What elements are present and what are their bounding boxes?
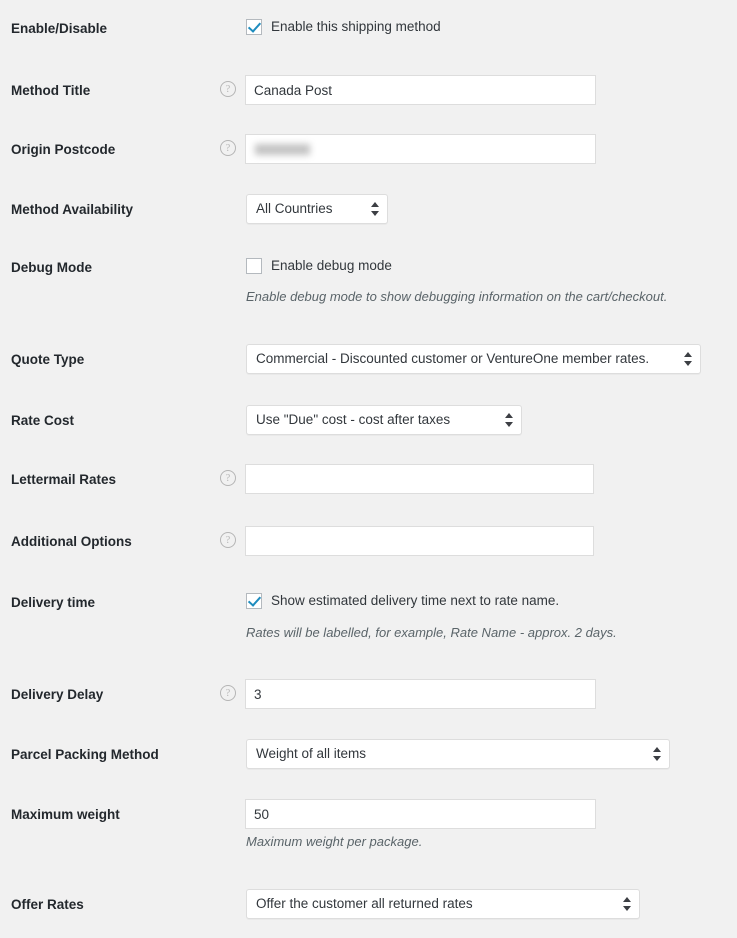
label-maximum-weight: Maximum weight (11, 807, 120, 822)
select-arrows-icon (505, 412, 514, 428)
enable-debug-mode-checkbox[interactable] (246, 258, 262, 274)
help-icon-origin-postcode[interactable]: ? (220, 140, 236, 156)
maximum-weight-description: Maximum weight per package. (246, 834, 423, 849)
maximum-weight-input[interactable] (245, 799, 596, 829)
rate-cost-value: Use "Due" cost - cost after taxes (256, 412, 451, 427)
select-arrows-icon (371, 201, 380, 217)
delivery-delay-input[interactable] (245, 679, 596, 709)
select-arrows-icon (623, 896, 632, 912)
show-delivery-time-label[interactable]: Show estimated delivery time next to rat… (271, 593, 559, 609)
label-offer-rates: Offer Rates (11, 897, 84, 912)
label-delivery-time: Delivery time (11, 595, 96, 610)
quote-type-value: Commercial - Discounted customer or Vent… (256, 351, 650, 366)
select-arrows-icon (653, 746, 662, 762)
parcel-packing-method-value: Weight of all items (256, 746, 367, 761)
help-icon-lettermail-rates[interactable]: ? (220, 470, 236, 486)
enable-shipping-method-label[interactable]: Enable this shipping method (271, 19, 441, 35)
select-arrows-icon (684, 351, 693, 367)
label-method-availability: Method Availability (11, 202, 134, 217)
label-method-title: Method Title (11, 83, 91, 98)
label-rate-cost: Rate Cost (11, 413, 75, 428)
shipping-method-settings-form: Enable/Disable Enable this shipping meth… (0, 0, 737, 938)
enable-shipping-method-field[interactable]: Enable this shipping method (246, 19, 441, 35)
label-additional-options: Additional Options (11, 534, 132, 549)
help-icon-additional-options[interactable]: ? (220, 532, 236, 548)
enable-shipping-method-checkbox[interactable] (246, 19, 262, 35)
quote-type-select[interactable]: Commercial - Discounted customer or Vent… (246, 344, 701, 374)
origin-postcode-input[interactable] (245, 134, 596, 164)
method-title-input[interactable] (245, 75, 596, 105)
help-icon-method-title[interactable]: ? (220, 81, 236, 97)
label-enable-disable: Enable/Disable (11, 21, 108, 36)
additional-options-input[interactable] (245, 526, 594, 556)
origin-postcode-redacted-value (255, 144, 310, 155)
show-delivery-time-checkbox[interactable] (246, 593, 262, 609)
label-debug-mode: Debug Mode (11, 260, 92, 275)
label-parcel-packing-method: Parcel Packing Method (11, 747, 159, 762)
enable-debug-mode-label[interactable]: Enable debug mode (271, 258, 392, 274)
method-availability-value: All Countries (256, 201, 333, 216)
debug-mode-description: Enable debug mode to show debugging info… (246, 289, 668, 304)
lettermail-rates-input[interactable] (245, 464, 594, 494)
method-availability-select[interactable]: All Countries (246, 194, 388, 224)
enable-debug-mode-field[interactable]: Enable debug mode (246, 258, 392, 274)
parcel-packing-method-select[interactable]: Weight of all items (246, 739, 670, 769)
show-delivery-time-field[interactable]: Show estimated delivery time next to rat… (246, 593, 559, 609)
label-quote-type: Quote Type (11, 352, 85, 367)
delivery-time-description: Rates will be labelled, for example, Rat… (246, 625, 617, 640)
rate-cost-select[interactable]: Use "Due" cost - cost after taxes (246, 405, 522, 435)
label-origin-postcode: Origin Postcode (11, 142, 116, 157)
offer-rates-value: Offer the customer all returned rates (256, 896, 473, 911)
label-delivery-delay: Delivery Delay (11, 687, 104, 702)
label-lettermail-rates: Lettermail Rates (11, 472, 117, 487)
help-icon-delivery-delay[interactable]: ? (220, 685, 236, 701)
offer-rates-select[interactable]: Offer the customer all returned rates (246, 889, 640, 919)
